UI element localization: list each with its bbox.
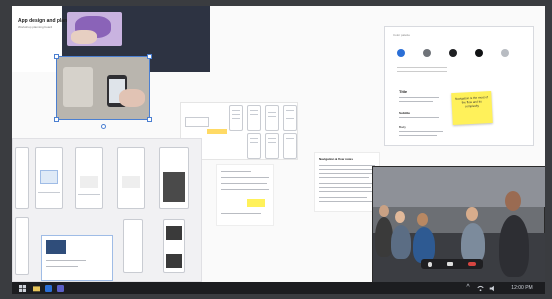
wireframe-screen[interactable]	[265, 105, 279, 131]
wireframe-screen[interactable]	[283, 105, 297, 131]
wireframe-screen[interactable]	[15, 217, 29, 275]
rotate-handle-icon[interactable]	[101, 124, 106, 129]
tablet-wireframe[interactable]	[41, 235, 113, 281]
wireframe-screen[interactable]	[123, 219, 143, 273]
video-call-tile[interactable]	[372, 166, 545, 282]
wireframe-screen[interactable]	[75, 147, 103, 209]
chevron-up-icon[interactable]: ^	[464, 284, 472, 292]
camera-icon[interactable]	[446, 262, 453, 266]
teams-icon[interactable]	[56, 284, 64, 292]
swatch-gray[interactable]	[423, 49, 431, 57]
sticky-note-text: Navigation is the most of the flow and i…	[454, 95, 488, 109]
wireframe-screen[interactable]	[163, 219, 185, 273]
style-panel[interactable]: Color palette Title Subtitle Body	[384, 26, 534, 146]
style-section-subtitle: Subtitle	[399, 111, 410, 115]
style-section-title: Title	[399, 89, 408, 94]
wireframe-row[interactable]	[12, 138, 202, 282]
whiteboard-canvas[interactable]: App design and planning Workshop plannin…	[12, 6, 545, 282]
volume-icon[interactable]	[488, 284, 496, 292]
wireframe-screen[interactable]	[265, 133, 279, 159]
clock[interactable]: 12:00 PM	[504, 284, 540, 292]
wireframe-screen[interactable]	[283, 133, 297, 159]
participant	[461, 223, 485, 263]
wifi-icon[interactable]	[476, 284, 484, 292]
windows-icon[interactable]	[18, 284, 26, 292]
resize-handle-icon[interactable]	[54, 117, 59, 122]
highlight-marker	[207, 129, 227, 134]
swatch-light[interactable]	[501, 49, 509, 57]
hero-photo	[67, 12, 122, 46]
participant	[413, 227, 435, 263]
swatch-black[interactable]	[475, 49, 483, 57]
mic-icon[interactable]	[428, 261, 433, 267]
selected-photo[interactable]	[54, 54, 152, 129]
wireframe-screen[interactable]	[247, 105, 261, 131]
end-call-icon[interactable]	[467, 262, 476, 266]
style-section-body: Body	[399, 125, 406, 129]
taskbar: ^ 12:00 PM	[12, 282, 545, 294]
call-controls[interactable]	[421, 259, 483, 269]
title-card-subtitle: Workshop planning board	[18, 25, 53, 29]
style-panel-header: Color palette	[393, 33, 411, 37]
swatch-blue[interactable]	[397, 49, 405, 57]
document-card[interactable]: Navigation & flow notes	[314, 152, 380, 212]
participant	[391, 225, 411, 259]
wireframe-screen[interactable]	[159, 147, 189, 209]
file-explorer-icon[interactable]	[32, 284, 40, 292]
resize-handle-icon[interactable]	[147, 117, 152, 122]
form-card[interactable]	[216, 164, 274, 226]
document-title: Navigation & flow notes	[319, 157, 354, 161]
swatch-dark[interactable]	[449, 49, 457, 57]
display-bezel: App design and planning Workshop plannin…	[0, 0, 552, 299]
wireframe-screen[interactable]	[247, 133, 261, 159]
wireframe-screen[interactable]	[229, 105, 243, 131]
wireframe-screen[interactable]	[117, 147, 145, 209]
wireframe-screen[interactable]	[35, 147, 63, 209]
resize-handle-icon[interactable]	[54, 54, 59, 59]
resize-handle-icon[interactable]	[147, 54, 152, 59]
participant	[499, 215, 529, 277]
whiteboard-icon[interactable]	[44, 284, 52, 292]
wireframe-screen[interactable]	[15, 147, 29, 209]
sticky-note[interactable]: Navigation is the most of the flow and i…	[451, 90, 493, 126]
